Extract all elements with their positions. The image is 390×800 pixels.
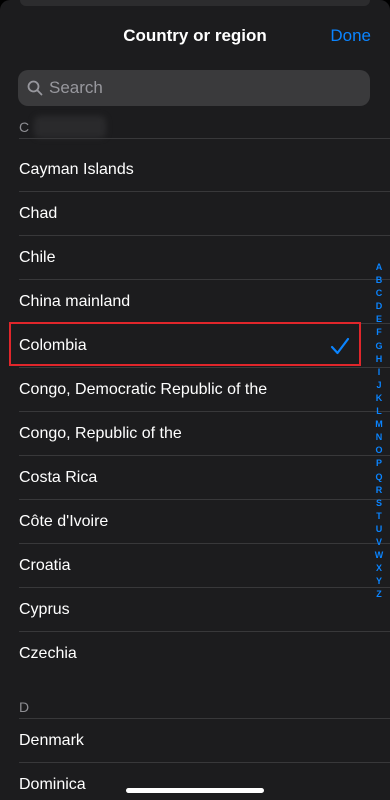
- list-item-label: Costa Rica: [19, 469, 98, 486]
- index-letter-m[interactable]: M: [375, 418, 383, 431]
- index-letter-u[interactable]: U: [376, 523, 383, 536]
- selection-highlight-box: [9, 322, 361, 366]
- list-item-label: Cyprus: [19, 601, 70, 618]
- navigation-bar: Country or region Done: [0, 0, 390, 60]
- list-item-label: Chad: [19, 205, 58, 222]
- index-letter-l[interactable]: L: [376, 405, 382, 418]
- index-letter-n[interactable]: N: [376, 431, 383, 444]
- list-item-label: China mainland: [19, 293, 131, 310]
- list-item-croatia[interactable]: Croatia: [0, 544, 362, 588]
- index-letter-r[interactable]: R: [376, 484, 383, 497]
- list-item-denmark[interactable]: Denmark: [0, 719, 362, 763]
- list-item-czechia[interactable]: Czechia: [0, 632, 362, 676]
- list-item-chile[interactable]: Chile: [0, 236, 362, 280]
- index-letter-q[interactable]: Q: [375, 471, 382, 484]
- list-item-label: Cayman Islands: [19, 161, 134, 178]
- list-item-cayman-islands[interactable]: Cayman Islands: [0, 148, 362, 192]
- index-letter-z[interactable]: Z: [376, 588, 382, 601]
- index-letter-b[interactable]: B: [376, 274, 383, 287]
- list-item-label: Croatia: [19, 557, 71, 574]
- section-index-bar[interactable]: ABCDEFGHIJKLMNOPQRSTUVWXYZ: [372, 261, 386, 601]
- index-letter-d[interactable]: D: [376, 300, 383, 313]
- list-item-chad[interactable]: Chad: [0, 192, 362, 236]
- index-letter-s[interactable]: S: [376, 497, 382, 510]
- blurred-region: [34, 116, 106, 138]
- index-letter-e[interactable]: E: [376, 313, 382, 326]
- index-letter-o[interactable]: O: [375, 444, 382, 457]
- search-icon: [27, 80, 43, 96]
- home-indicator: [126, 788, 264, 793]
- list-item-cote-divoire[interactable]: Côte d'Ivoire: [0, 500, 362, 544]
- search-input[interactable]: [47, 77, 351, 99]
- index-letter-c[interactable]: C: [376, 287, 383, 300]
- list-item-label: Côte d'Ivoire: [19, 513, 109, 530]
- list-item-congo-republic[interactable]: Congo, Republic of the: [0, 412, 362, 456]
- index-letter-i[interactable]: I: [378, 366, 381, 379]
- index-letter-h[interactable]: H: [376, 353, 383, 366]
- section-header-d: D: [19, 699, 30, 715]
- index-letter-a[interactable]: A: [376, 261, 383, 274]
- list-item-label: Congo, Democratic Republic of the: [19, 381, 268, 398]
- index-letter-v[interactable]: V: [376, 536, 382, 549]
- index-letter-k[interactable]: K: [376, 392, 383, 405]
- list-item-label: Congo, Republic of the: [19, 425, 182, 442]
- list-item-costa-rica[interactable]: Costa Rica: [0, 456, 362, 500]
- index-letter-f[interactable]: F: [376, 326, 382, 339]
- index-letter-x[interactable]: X: [376, 562, 382, 575]
- list-item-label: Chile: [19, 249, 56, 266]
- list-item-dominica[interactable]: Dominica: [0, 763, 362, 800]
- list-item-congo-drc[interactable]: Congo, Democratic Republic of the: [0, 368, 362, 412]
- search-bar[interactable]: [18, 70, 370, 106]
- list-item-label: Denmark: [19, 732, 84, 749]
- section-header-c: C: [19, 119, 30, 135]
- list-item-label: Czechia: [19, 645, 77, 662]
- index-letter-j[interactable]: J: [376, 379, 381, 392]
- divider: [19, 138, 390, 139]
- list-item-china-mainland[interactable]: China mainland: [0, 280, 362, 324]
- list-item-cyprus[interactable]: Cyprus: [0, 588, 362, 632]
- index-letter-t[interactable]: T: [376, 510, 382, 523]
- index-letter-g[interactable]: G: [375, 340, 382, 353]
- country-picker-sheet: Country or region Done C Cayman Islands …: [0, 0, 390, 800]
- done-button[interactable]: Done: [330, 26, 371, 46]
- index-letter-p[interactable]: P: [376, 457, 382, 470]
- list-item-label: Dominica: [19, 776, 86, 793]
- index-letter-w[interactable]: W: [375, 549, 384, 562]
- index-letter-y[interactable]: Y: [376, 575, 382, 588]
